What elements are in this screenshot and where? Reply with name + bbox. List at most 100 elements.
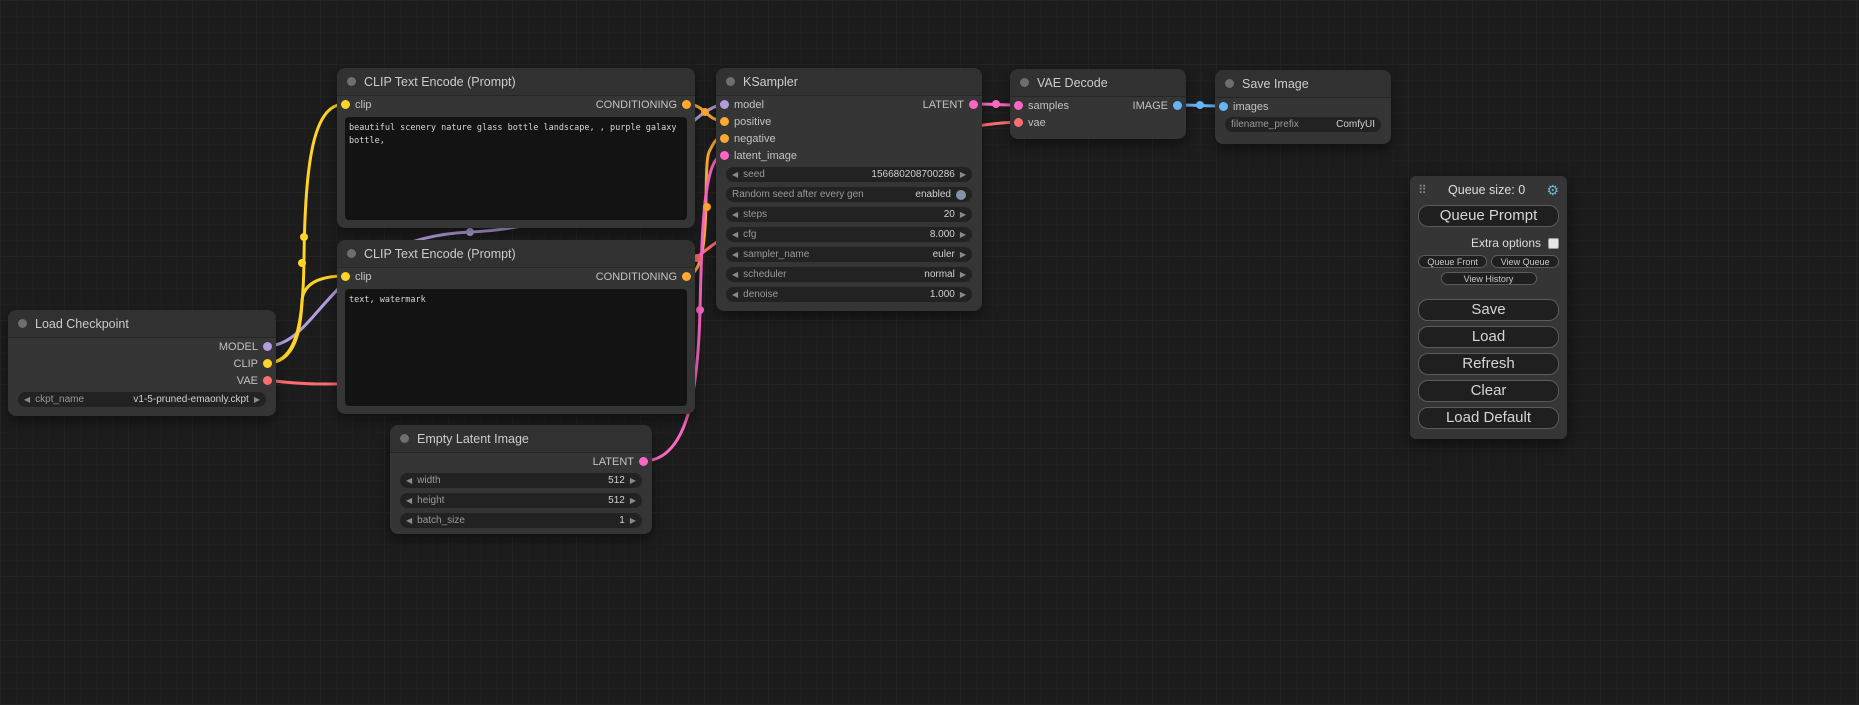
slot-row: latent_image: [716, 147, 982, 164]
increment-arrow-icon[interactable]: ▶: [960, 231, 966, 239]
node-title: KSampler: [743, 75, 798, 89]
refresh-button[interactable]: Refresh: [1418, 353, 1559, 375]
widget-value: 1.000: [930, 289, 955, 300]
increment-arrow-icon[interactable]: ▶: [960, 251, 966, 259]
positive-input-slot[interactable]: [720, 117, 729, 126]
ckpt-name-widget[interactable]: ◀ ckpt_name v1-5-pruned-emaonly.ckpt ▶: [18, 392, 266, 407]
view-queue-button[interactable]: View Queue: [1491, 255, 1559, 268]
view-history-button[interactable]: View History: [1441, 272, 1537, 285]
decrement-arrow-icon[interactable]: ◀: [732, 231, 738, 239]
filename-prefix-widget[interactable]: filename_prefix ComfyUI: [1225, 117, 1381, 132]
steps-widget[interactable]: ◀ steps 20 ▶: [726, 207, 972, 222]
output-row: LATENT: [390, 453, 652, 470]
increment-arrow-icon[interactable]: ▶: [630, 477, 636, 485]
node-clip-text-encode-negative[interactable]: CLIP Text Encode (Prompt) clip CONDITION…: [337, 240, 695, 414]
increment-arrow-icon[interactable]: ▶: [960, 271, 966, 279]
wire-midpoint-dot[interactable]: [300, 233, 308, 241]
queue-front-button[interactable]: Queue Front: [1418, 255, 1487, 268]
load-default-button[interactable]: Load Default: [1418, 407, 1559, 429]
batch-size-widget[interactable]: ◀ batch_size 1 ▶: [400, 513, 642, 528]
model-input-slot[interactable]: [720, 100, 729, 109]
decrement-arrow-icon[interactable]: ◀: [24, 396, 30, 404]
latent-image-input-slot[interactable]: [720, 151, 729, 160]
queue-prompt-button[interactable]: Queue Prompt: [1418, 205, 1559, 227]
vae-output-slot[interactable]: [263, 376, 272, 385]
wire-midpoint-dot[interactable]: [298, 259, 306, 267]
load-button[interactable]: Load: [1418, 326, 1559, 348]
samples-input-slot[interactable]: [1014, 101, 1023, 110]
increment-arrow-icon[interactable]: ▶: [960, 211, 966, 219]
width-widget[interactable]: ◀ width 512 ▶: [400, 473, 642, 488]
input-label: vae: [1028, 117, 1046, 129]
node-titlebar[interactable]: KSampler: [716, 68, 982, 96]
extra-options-checkbox[interactable]: [1548, 238, 1559, 249]
cfg-widget[interactable]: ◀ cfg 8.000 ▶: [726, 227, 972, 242]
widget-name: scheduler: [743, 269, 786, 280]
decrement-arrow-icon[interactable]: ◀: [732, 251, 738, 259]
seed-widget[interactable]: ◀ seed 156680208700286 ▶: [726, 167, 972, 182]
decrement-arrow-icon[interactable]: ◀: [732, 291, 738, 299]
decrement-arrow-icon[interactable]: ◀: [732, 171, 738, 179]
increment-arrow-icon[interactable]: ▶: [960, 291, 966, 299]
increment-arrow-icon[interactable]: ▶: [630, 517, 636, 525]
decrement-arrow-icon[interactable]: ◀: [406, 497, 412, 505]
decrement-arrow-icon[interactable]: ◀: [732, 271, 738, 279]
node-empty-latent-image[interactable]: Empty Latent Image LATENT ◀ width 512 ▶ …: [390, 425, 652, 534]
increment-arrow-icon[interactable]: ▶: [630, 497, 636, 505]
latent-output-slot[interactable]: [969, 100, 978, 109]
output-label: LATENT: [593, 456, 634, 468]
vae-input-slot[interactable]: [1014, 118, 1023, 127]
node-titlebar[interactable]: Save Image: [1215, 70, 1391, 98]
latent-output-slot[interactable]: [639, 457, 648, 466]
node-titlebar[interactable]: Empty Latent Image: [390, 425, 652, 453]
clear-button[interactable]: Clear: [1418, 380, 1559, 402]
save-button[interactable]: Save: [1418, 299, 1559, 321]
height-widget[interactable]: ◀ height 512 ▶: [400, 493, 642, 508]
node-vae-decode[interactable]: VAE Decode samples IMAGE vae: [1010, 69, 1186, 139]
wire-clip-negative[interactable]: [267, 276, 345, 363]
random-seed-toggle-widget[interactable]: Random seed after every gen enabled: [726, 187, 972, 202]
wire-midpoint-dot[interactable]: [703, 203, 711, 211]
node-titlebar[interactable]: CLIP Text Encode (Prompt): [337, 68, 695, 96]
clip-output-slot[interactable]: [263, 359, 272, 368]
positive-prompt-textarea[interactable]: beautiful scenery nature glass bottle la…: [345, 117, 687, 220]
node-save-image[interactable]: Save Image images filename_prefix ComfyU…: [1215, 70, 1391, 144]
node-titlebar[interactable]: VAE Decode: [1010, 69, 1186, 97]
decrement-arrow-icon[interactable]: ◀: [406, 477, 412, 485]
wire-midpoint-dot[interactable]: [992, 100, 1000, 108]
toggle-knob-icon[interactable]: [956, 190, 966, 200]
queue-buttons-row: Queue Front View Queue: [1418, 255, 1559, 268]
settings-gear-icon[interactable]: ⚙: [1546, 182, 1559, 199]
decrement-arrow-icon[interactable]: ◀: [732, 211, 738, 219]
node-load-checkpoint[interactable]: Load Checkpoint MODEL CLIP VAE ◀ ckpt_na…: [8, 310, 276, 416]
decrement-arrow-icon[interactable]: ◀: [406, 517, 412, 525]
wire-midpoint-dot[interactable]: [466, 228, 474, 236]
wire-midpoint-dot[interactable]: [701, 108, 709, 116]
conditioning-output-slot[interactable]: [682, 272, 691, 281]
clip-input-slot[interactable]: [341, 272, 350, 281]
node-ksampler[interactable]: KSampler model LATENT positive negative …: [716, 68, 982, 311]
clip-input-slot[interactable]: [341, 100, 350, 109]
wire-midpoint-dot[interactable]: [696, 306, 704, 314]
node-clip-text-encode-positive[interactable]: CLIP Text Encode (Prompt) clip CONDITION…: [337, 68, 695, 228]
wire-midpoint-dot[interactable]: [1196, 101, 1204, 109]
model-output-slot[interactable]: [263, 342, 272, 351]
denoise-widget[interactable]: ◀ denoise 1.000 ▶: [726, 287, 972, 302]
widget-name: seed: [743, 169, 765, 180]
output-label: VAE: [237, 375, 258, 387]
output-label: IMAGE: [1133, 100, 1168, 112]
negative-input-slot[interactable]: [720, 134, 729, 143]
negative-prompt-textarea[interactable]: text, watermark: [345, 289, 687, 406]
input-label: clip: [355, 99, 372, 111]
image-output-slot[interactable]: [1173, 101, 1182, 110]
images-input-slot[interactable]: [1219, 102, 1228, 111]
scheduler-widget[interactable]: ◀ scheduler normal ▶: [726, 267, 972, 282]
drag-handle-icon[interactable]: ⠿: [1418, 183, 1427, 197]
node-titlebar[interactable]: CLIP Text Encode (Prompt): [337, 240, 695, 268]
increment-arrow-icon[interactable]: ▶: [254, 396, 260, 404]
node-titlebar[interactable]: Load Checkpoint: [8, 310, 276, 338]
extra-options-label: Extra options: [1471, 236, 1541, 250]
sampler-name-widget[interactable]: ◀ sampler_name euler ▶: [726, 247, 972, 262]
conditioning-output-slot[interactable]: [682, 100, 691, 109]
increment-arrow-icon[interactable]: ▶: [960, 171, 966, 179]
